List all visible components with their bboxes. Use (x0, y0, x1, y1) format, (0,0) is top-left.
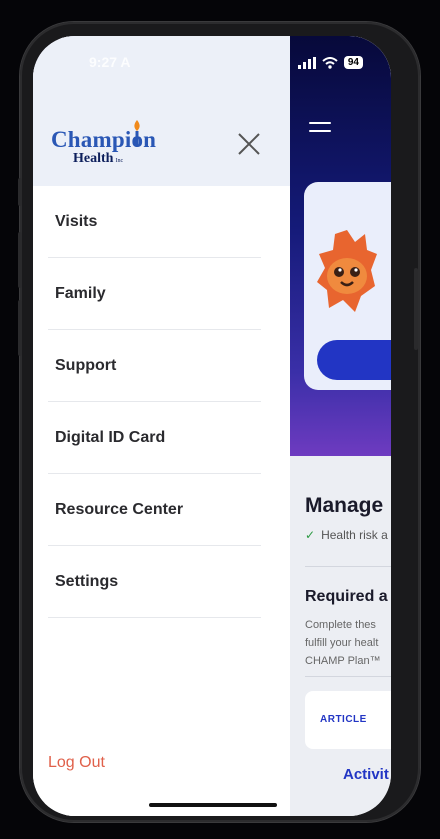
hero-cta-button[interactable] (317, 340, 391, 380)
hamburger-menu-icon[interactable] (309, 122, 331, 138)
navigation-drawer: 9:27 A Champion Health Inc Visits Family … (33, 36, 290, 816)
battery-icon: 94 (343, 56, 363, 69)
phone-power-button (414, 268, 418, 350)
menu-item-support[interactable]: Support (48, 330, 261, 402)
logo-subwordmark: Health Inc (73, 152, 171, 168)
logout-button[interactable]: Log Out (48, 754, 105, 772)
required-body-line: fulfill your healt (305, 637, 379, 649)
status-icons: 94 (297, 56, 363, 69)
article-tag: ARTICLE (320, 714, 367, 725)
logo-health-text: Health (73, 151, 114, 166)
torch-icon (134, 120, 140, 147)
wifi-icon (322, 56, 338, 69)
signal-icon (297, 56, 316, 69)
phone-volume-down (18, 300, 22, 356)
health-risk-status: ✓ Health risk a (305, 528, 388, 542)
divider (305, 566, 391, 567)
menu-item-digital-id-card[interactable]: Digital ID Card (48, 402, 261, 474)
menu-item-visits[interactable]: Visits (48, 186, 261, 258)
phone-mute-switch (18, 178, 22, 206)
checkmark-icon: ✓ (305, 528, 316, 542)
menu-item-family[interactable]: Family (48, 258, 261, 330)
logo-inc-text: Inc (115, 158, 124, 164)
phone-volume-up (18, 232, 22, 288)
divider (305, 676, 391, 677)
home-indicator[interactable] (149, 803, 277, 807)
menu-item-resource-center[interactable]: Resource Center (48, 474, 261, 546)
required-body: Complete thes fulfill your healt CHAMP P… (305, 616, 381, 670)
activity-link[interactable]: Activit (343, 766, 389, 783)
drawer-menu: Visits Family Support Digital ID Card Re… (48, 186, 261, 618)
close-icon[interactable] (235, 130, 263, 158)
manage-title: Manage (305, 494, 384, 517)
phone-screen: 94 Manage ✓ Health risk a Required a Comp… (33, 36, 391, 816)
health-risk-text: Health risk a (321, 528, 388, 542)
required-body-line: CHAMP Plan™ (305, 655, 381, 667)
logo-wordmark: Champion (51, 127, 157, 152)
status-time: 9:27 A (89, 54, 131, 70)
flame-mascot-icon (317, 230, 377, 312)
menu-item-settings[interactable]: Settings (48, 546, 261, 618)
champion-health-logo: Champion Health Inc (51, 120, 171, 168)
required-title: Required a (305, 588, 388, 605)
required-body-line: Complete thes (305, 619, 376, 631)
